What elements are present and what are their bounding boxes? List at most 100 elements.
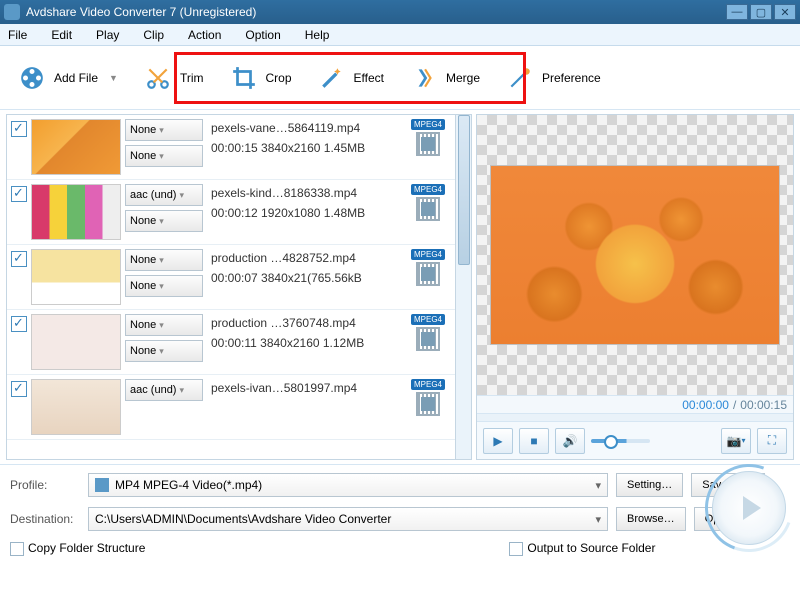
setting-button[interactable]: Setting…: [616, 473, 683, 497]
menu-help[interactable]: Help: [305, 28, 330, 42]
merge-icon: [410, 64, 438, 92]
file-name: pexels-kind…8186338.mp4: [211, 186, 365, 200]
subtitle-dropdown[interactable]: None▾: [125, 210, 203, 232]
subtitle-dropdown[interactable]: None▾: [125, 275, 203, 297]
stop-button[interactable]: ■: [519, 428, 549, 454]
video-thumbnail[interactable]: [31, 249, 121, 305]
file-meta: 00:00:15 3840x2160 1.45MB: [211, 141, 365, 155]
preview-panel: 00:00:00 / 00:00:15 ▶ ■ 🔊 📷▾ ⛶: [476, 114, 794, 460]
destination-value: C:\Users\ADMIN\Documents\Avdshare Video …: [95, 512, 391, 526]
film-icon: [416, 132, 440, 156]
maximize-button[interactable]: ▢: [750, 4, 772, 20]
menu-bar: File Edit Play Clip Action Option Help: [0, 24, 800, 46]
menu-clip[interactable]: Clip: [143, 28, 164, 42]
file-name: pexels-vane…5864119.mp4: [211, 121, 365, 135]
volume-slider[interactable]: [591, 439, 650, 443]
film-icon: [416, 262, 440, 286]
row-checkbox[interactable]: [11, 121, 27, 137]
title-bar: Avdshare Video Converter 7 (Unregistered…: [0, 0, 800, 24]
scrollbar-thumb[interactable]: [458, 115, 470, 265]
file-name: pexels-ivan…5801997.mp4: [211, 381, 357, 395]
profile-icon: [95, 478, 109, 492]
row-checkbox[interactable]: [11, 251, 27, 267]
fullscreen-button[interactable]: ⛶: [757, 428, 787, 454]
file-meta: 00:00:07 3840x21(765.56kB: [211, 271, 362, 285]
destination-combo[interactable]: C:\Users\ADMIN\Documents\Avdshare Video …: [88, 507, 608, 531]
video-thumbnail[interactable]: [31, 184, 121, 240]
checkbox-icon: [10, 542, 24, 556]
table-row[interactable]: None▾None▾production …3760748.mp400:00:1…: [7, 310, 471, 375]
preference-label: Preference: [542, 71, 601, 85]
app-icon: [4, 4, 20, 20]
audio-track-dropdown[interactable]: None▾: [125, 119, 203, 141]
preference-button[interactable]: Preference: [498, 58, 609, 98]
volume-button[interactable]: 🔊: [555, 428, 585, 454]
copy-folder-checkbox[interactable]: Copy Folder Structure: [10, 541, 145, 556]
video-thumbnail[interactable]: [31, 314, 121, 370]
list-scrollbar[interactable]: [455, 115, 471, 459]
close-button[interactable]: ✕: [774, 4, 796, 20]
film-icon: [416, 197, 440, 221]
crop-icon: [230, 64, 258, 92]
file-type-badge: MPEG4: [407, 249, 449, 291]
row-checkbox[interactable]: [11, 381, 27, 397]
output-source-label: Output to Source Folder: [527, 541, 655, 555]
minimize-button[interactable]: —: [726, 4, 748, 20]
add-file-button[interactable]: Add File▼: [10, 58, 126, 98]
output-source-checkbox[interactable]: Output to Source Folder: [509, 541, 655, 556]
video-thumbnail[interactable]: [31, 119, 121, 175]
scissors-icon: [144, 64, 172, 92]
time-sep: /: [733, 398, 736, 412]
row-checkbox[interactable]: [11, 316, 27, 332]
preview-image: [477, 115, 793, 395]
audio-track-dropdown[interactable]: None▾: [125, 249, 203, 271]
checkbox-icon: [509, 542, 523, 556]
effect-button[interactable]: Effect: [310, 58, 392, 98]
film-icon: [416, 392, 440, 416]
play-button[interactable]: ▶: [483, 428, 513, 454]
menu-action[interactable]: Action: [188, 28, 221, 42]
file-name: production …4828752.mp4: [211, 251, 362, 265]
audio-track-dropdown[interactable]: aac (und)▾: [125, 184, 203, 206]
table-row[interactable]: None▾ None▾ pexels-vane…5864119.mp4 00:00:1…: [7, 115, 471, 180]
audio-track-dropdown[interactable]: aac (und)▾: [125, 379, 203, 401]
file-type-badge: MPEG4: [407, 379, 449, 421]
merge-label: Merge: [446, 71, 480, 85]
wand-icon: [318, 64, 346, 92]
crop-label: Crop: [266, 71, 292, 85]
copy-folder-label: Copy Folder Structure: [28, 541, 145, 555]
video-thumbnail[interactable]: [31, 379, 121, 435]
effect-label: Effect: [354, 71, 384, 85]
file-type-badge: MPEG4: [407, 184, 449, 226]
bottom-panel: Profile: MP4 MPEG-4 Video(*.mp4) Setting…: [0, 464, 800, 564]
preview-photo: [490, 165, 780, 345]
browse-button[interactable]: Browse…: [616, 507, 686, 531]
menu-file[interactable]: File: [8, 28, 27, 42]
row-checkbox[interactable]: [11, 186, 27, 202]
merge-button[interactable]: Merge: [402, 58, 488, 98]
menu-option[interactable]: Option: [245, 28, 280, 42]
file-meta: 00:00:12 1920x1080 1.48MB: [211, 206, 365, 220]
crop-button[interactable]: Crop: [222, 58, 300, 98]
trim-label: Trim: [180, 71, 204, 85]
profile-value: MP4 MPEG-4 Video(*.mp4): [115, 478, 262, 492]
trim-button[interactable]: Trim: [136, 58, 212, 98]
audio-track-dropdown[interactable]: None▾: [125, 314, 203, 336]
tools-icon: [506, 64, 534, 92]
play-icon: [743, 496, 761, 520]
convert-button[interactable]: [712, 471, 786, 545]
table-row[interactable]: None▾ None▾ production …4828752.mp4 00:00:0…: [7, 245, 471, 310]
menu-play[interactable]: Play: [96, 28, 119, 42]
profile-label: Profile:: [10, 478, 80, 492]
file-name: production …3760748.mp4: [211, 316, 364, 330]
profile-combo[interactable]: MP4 MPEG-4 Video(*.mp4): [88, 473, 608, 497]
preview-controls: ▶ ■ 🔊 📷▾ ⛶: [477, 421, 793, 459]
subtitle-dropdown[interactable]: None▾: [125, 340, 203, 362]
table-row[interactable]: aac (und)▾ None▾ pexels-kind…8186338.mp4 00…: [7, 180, 471, 245]
film-icon: [416, 327, 440, 351]
preview-seek-slider[interactable]: [477, 413, 793, 421]
menu-edit[interactable]: Edit: [51, 28, 72, 42]
table-row[interactable]: aac (und)▾ pexels-ivan…5801997.mp4 MPEG4: [7, 375, 471, 440]
subtitle-dropdown[interactable]: None▾: [125, 145, 203, 167]
snapshot-button[interactable]: 📷▾: [721, 428, 751, 454]
